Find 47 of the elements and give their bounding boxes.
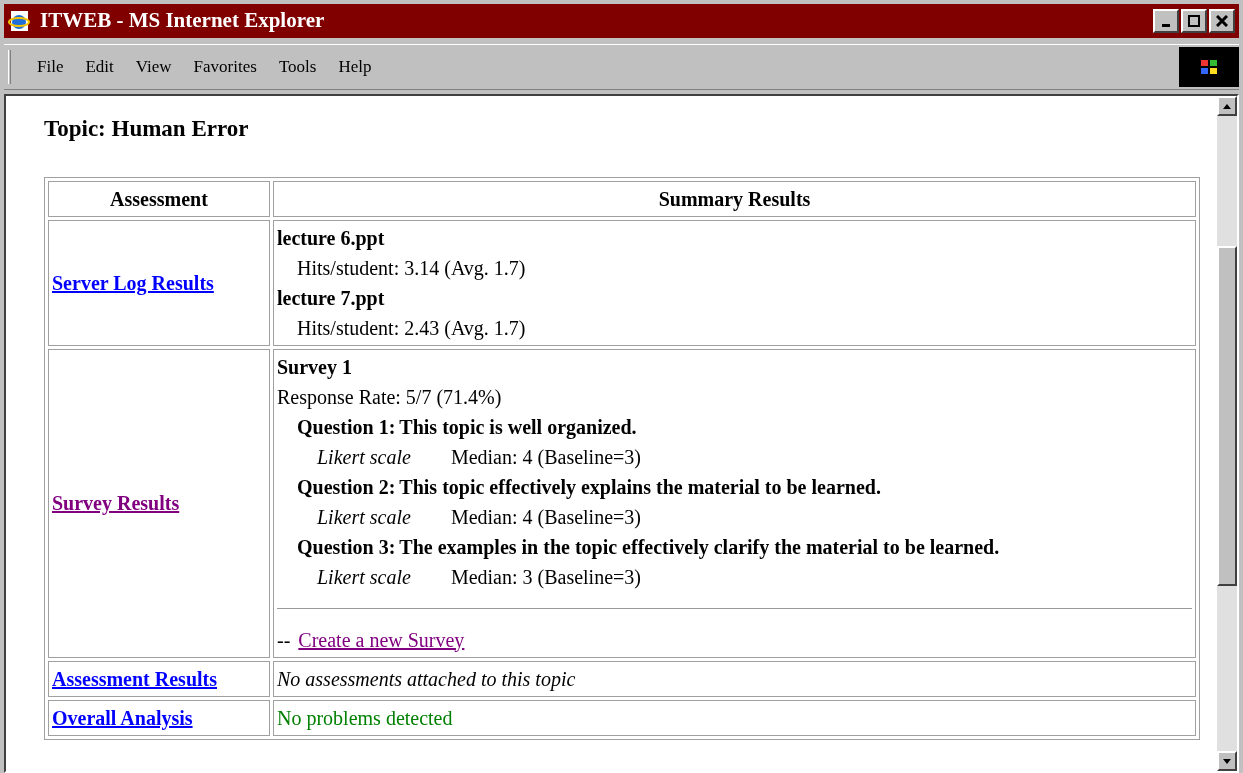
question-text: The examples in the topic effectively clarify the material to be learned. bbox=[398, 534, 1000, 561]
column-header: Assessment bbox=[48, 180, 270, 217]
median-value: Median: 4 (Baseline=3) bbox=[450, 444, 641, 471]
menu-item[interactable]: File bbox=[37, 54, 64, 80]
scrollbar[interactable] bbox=[1217, 96, 1237, 771]
question-label: Question 3: bbox=[297, 534, 396, 560]
windows-flag-icon bbox=[1199, 58, 1219, 76]
response-rate: Response Rate: 5/7 (71.4%) bbox=[277, 384, 503, 411]
question-text: This topic effectively explains the material to be learned. bbox=[398, 474, 881, 501]
link[interactable]: Overall Analysis bbox=[52, 706, 193, 729]
note-text: No assessments attached to this topic bbox=[277, 667, 576, 690]
window-title: ITWEB - MS Internet Explorer bbox=[40, 7, 326, 35]
browser-logo-icon bbox=[8, 9, 32, 33]
median-value: Median: 3 (Baseline=3) bbox=[450, 564, 641, 591]
file-name: lecture 6.ppt bbox=[277, 225, 386, 252]
question-label: Question 1: bbox=[297, 414, 396, 440]
link[interactable]: Server Log Results bbox=[52, 271, 214, 294]
close-icon bbox=[1216, 15, 1228, 27]
status-text: No problems detected bbox=[277, 706, 453, 729]
minimize-icon bbox=[1162, 23, 1170, 27]
maximize-icon bbox=[1188, 15, 1200, 27]
scale-type: Likert scale bbox=[317, 564, 411, 590]
scroll-up-icon bbox=[1223, 103, 1231, 109]
menu-item[interactable]: Tools bbox=[278, 54, 317, 80]
survey-title: Survey 1 bbox=[277, 354, 353, 381]
scale-type: Likert scale bbox=[317, 444, 411, 470]
minimize-button[interactable] bbox=[1153, 9, 1179, 33]
close-button[interactable] bbox=[1209, 9, 1235, 33]
menu-item[interactable]: View bbox=[135, 54, 172, 80]
link[interactable]: Survey Results bbox=[52, 492, 180, 514]
link[interactable]: Assessment Results bbox=[52, 667, 217, 690]
menu-item[interactable]: Favorites bbox=[193, 54, 257, 80]
page-heading: Topic: Human Error bbox=[44, 115, 250, 143]
hits-stat: Hits/student: 2.43 (Avg. 1.7) bbox=[296, 315, 527, 342]
scale-type: Likert scale bbox=[317, 504, 411, 530]
scroll-down-icon bbox=[1223, 758, 1231, 764]
link[interactable]: Create a new Survey bbox=[298, 624, 465, 655]
maximize-button[interactable] bbox=[1181, 9, 1207, 33]
question-label: Question 2: bbox=[297, 474, 396, 500]
menu-item[interactable]: Help bbox=[338, 54, 372, 80]
column-header: Summary Results bbox=[273, 180, 1196, 217]
hits-stat: Hits/student: 3.14 (Avg. 1.7) bbox=[296, 255, 527, 282]
dash-prefix: -- bbox=[277, 627, 291, 653]
menu-item[interactable]: Edit bbox=[85, 54, 114, 80]
question-text: This topic is well organized. bbox=[398, 414, 637, 441]
file-name: lecture 7.ppt bbox=[277, 285, 386, 312]
median-value: Median: 4 (Baseline=3) bbox=[450, 504, 641, 531]
